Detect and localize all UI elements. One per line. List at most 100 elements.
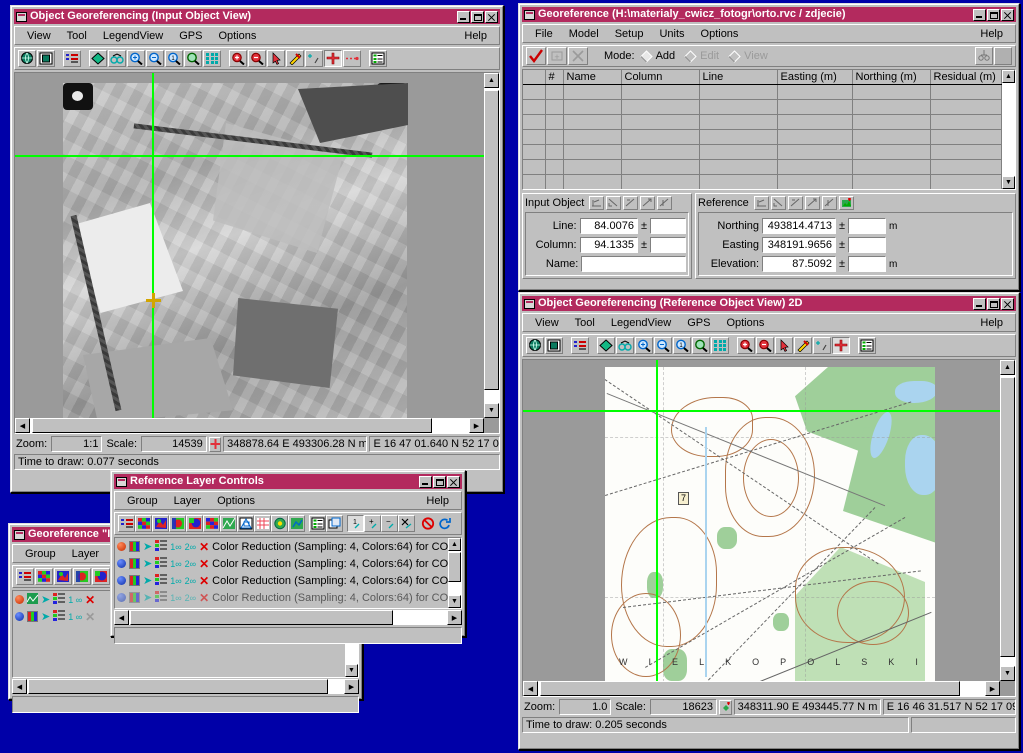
menu-group[interactable]: Group [17,546,64,562]
last-point-icon[interactable] [804,196,820,210]
column-value[interactable]: 94.1335 [579,237,638,253]
reference-layer-list[interactable]: ➤ 1∞ 2∞ ✕ Color Reduction (Sampling: 4, … [114,537,462,609]
list-item[interactable]: ➤ 1∞ 2∞ ✕ Color Reduction (Sampling: 4, … [115,572,448,589]
pointer-icon[interactable] [267,50,285,67]
layer-active-indicator[interactable] [117,593,126,602]
control-point-marker[interactable] [146,293,161,308]
zoom-out-box-icon[interactable] [654,337,672,354]
raster-icon[interactable] [27,611,38,622]
col-residual[interactable]: Residual (m) [930,70,1002,85]
add-row-icon[interactable]: + [547,47,567,65]
layer-link-icon[interactable]: 1 ∞ [68,595,82,605]
menu-help[interactable]: Help [418,493,457,509]
globe-icon[interactable] [18,50,36,67]
layer-link-icon[interactable]: 1∞ [170,559,181,569]
cad-icon[interactable] [237,515,254,532]
layer-remove-icon[interactable]: ✕ [199,591,209,605]
layer-list-horizontal-scrollbar[interactable]: ◀ ▶ [114,610,462,625]
toggle-icon[interactable] [398,515,415,532]
scroll-up-arrow[interactable]: ▲ [1000,360,1015,375]
vector-icon[interactable] [220,515,237,532]
scroll-down-arrow[interactable]: ▼ [484,403,499,418]
maximize-icon[interactable] [433,475,446,488]
menu-help[interactable]: Help [456,28,495,44]
zoom-1to1-icon[interactable]: 1 [165,50,183,67]
menu-file[interactable]: File [527,26,561,42]
edit-link-icon[interactable] [343,50,361,67]
raster-red-icon[interactable] [152,515,169,532]
tin-icon[interactable] [254,515,271,532]
control-point-label[interactable]: 7 [678,492,690,505]
first-point-icon[interactable] [753,196,769,210]
globe-icon[interactable] [526,337,544,354]
menubar-reference-object-view[interactable]: View Tool LegendView GPS Options Help [522,313,1016,332]
layer-list-vertical-scrollbar[interactable]: ▲ ▼ [448,538,461,608]
column-tolerance-input[interactable] [650,237,686,253]
layer-properties-icon[interactable] [155,590,168,605]
layer-properties-icon[interactable] [53,592,66,607]
georef-point-icon[interactable] [832,337,850,354]
col-select[interactable] [523,70,546,85]
scroll-down-arrow[interactable]: ▼ [345,664,358,677]
menu-options[interactable]: Options [209,493,263,509]
close-icon[interactable] [485,10,498,23]
topographic-map[interactable]: 7 W I E L K O P O L S K I [605,367,935,687]
menubar-georeference[interactable]: File Model Setup Units Options Help [522,24,1016,43]
control-points-table[interactable]: # Name Column Line Easting (m) Northing … [522,69,1016,190]
zoom-value[interactable]: 1:1 [51,436,103,452]
zoom-box-icon[interactable] [635,337,653,354]
apply-check-icon[interactable] [526,47,546,65]
layer-visibility-icon[interactable]: ➤ [143,540,152,553]
delete-row-icon[interactable] [568,47,588,65]
next-point-icon[interactable] [623,196,639,210]
pin-icon[interactable] [288,515,305,532]
minimize-icon[interactable] [457,10,470,23]
input-image-canvas[interactable]: ▲ ▼ ◀ ▶ [14,72,500,434]
table-row[interactable] [523,84,1002,100]
zoom-value[interactable]: 1.0 [559,699,612,715]
menu-layer[interactable]: Layer [166,493,210,509]
mode-radio-add[interactable]: Add [639,49,675,63]
northing-value[interactable]: 493814.4713 [762,218,836,234]
window-menu-icon[interactable] [524,9,535,20]
zoom-out-icon[interactable] [248,50,266,67]
first-point-icon[interactable] [589,196,605,210]
prev-point-icon[interactable] [770,196,786,210]
list-item[interactable]: ➤ 1∞ 2∞ ✕ Color Reduction (Sampling: 4, … [115,555,448,572]
layer-properties-icon[interactable] [53,609,66,624]
scroll-left-arrow[interactable]: ◀ [114,610,129,625]
goto-point-icon[interactable] [657,196,673,210]
canvas-horizontal-scrollbar[interactable]: ◀ ▶ [15,418,484,433]
menubar-input-object-view[interactable]: View Tool LegendView GPS Options Help [14,26,500,45]
shape-icon[interactable] [271,515,288,532]
layer-remove-icon[interactable]: ✕ [199,574,209,588]
measure-icon[interactable] [794,337,812,354]
menu-units[interactable]: Units [651,26,692,42]
zoom-in-icon[interactable] [737,337,755,354]
layer-active-indicator[interactable] [15,595,24,604]
add-item-icon[interactable]: + [364,515,381,532]
name-input[interactable] [581,256,686,272]
canvas-vertical-scrollbar[interactable]: ▲ ▼ [484,73,499,418]
add-point-icon[interactable] [305,50,323,67]
scroll-right-arrow[interactable]: ▶ [469,418,484,433]
easting-tolerance-input[interactable] [848,237,887,253]
next-point-icon[interactable] [787,196,803,210]
titlebar-reference-object-view[interactable]: Object Georeferencing (Reference Object … [522,296,1016,311]
window-reference-layer-controls[interactable]: Reference Layer Controls Group Layer Opt… [110,470,466,644]
window-georeference[interactable]: Georeference (H:\materialy_cwicz_fotogr\… [518,3,1020,291]
layer-properties-icon[interactable] [155,539,168,554]
menu-options[interactable]: Options [718,315,772,331]
scroll-right-arrow[interactable]: ▶ [447,610,462,625]
scroll-track[interactable] [129,610,447,625]
georef-point-icon[interactable] [324,50,342,67]
line-tolerance-input[interactable] [650,218,686,234]
diamond-icon[interactable] [597,337,615,354]
menubar-reference-layer-controls[interactable]: Group Layer Options Help [114,491,462,510]
raster-icon[interactable] [129,592,140,603]
remove-item-icon[interactable]: − [381,515,398,532]
close-icon[interactable] [1001,8,1014,21]
menu-legendview[interactable]: LegendView [95,28,171,44]
layer-active-indicator[interactable] [15,612,24,621]
last-point-icon[interactable] [640,196,656,210]
